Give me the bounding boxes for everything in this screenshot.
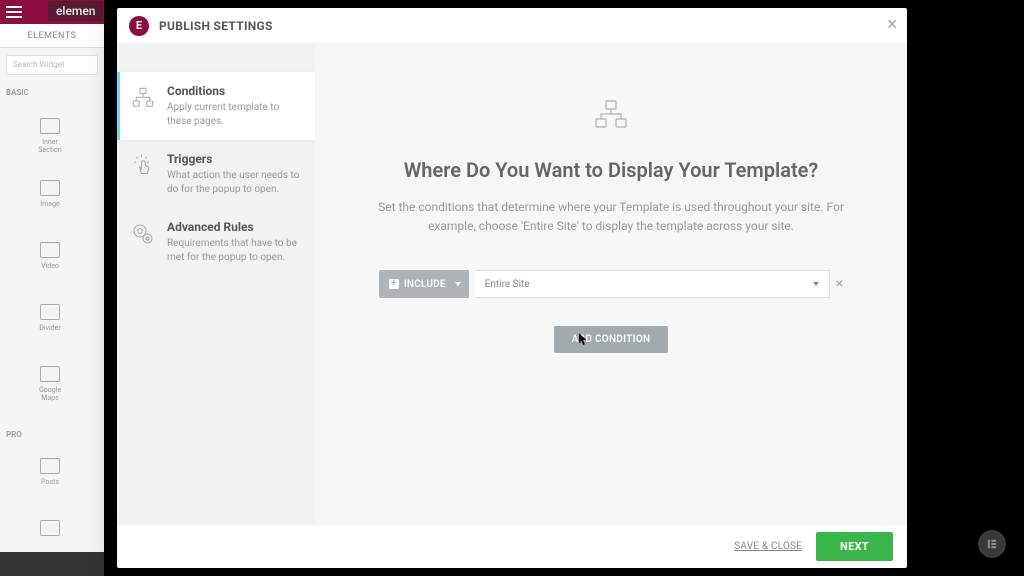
nav-conditions[interactable]: Conditions Apply current template to the… <box>117 72 315 140</box>
widget-inner-section[interactable]: Inner Section <box>30 118 70 154</box>
search-widget-input[interactable]: Search Widget <box>6 55 98 75</box>
plus-icon: + <box>389 279 399 289</box>
condition-row: + INCLUDE Entire Site × <box>337 270 885 298</box>
main-title: Where Do You Want to Display Your Templa… <box>337 158 885 182</box>
sitemap-large-icon <box>593 100 629 130</box>
nav-advanced-rules[interactable]: Advanced Rules Requirements that have to… <box>117 208 315 276</box>
condition-value: Entire Site <box>485 279 530 290</box>
condition-select[interactable]: Entire Site <box>475 270 830 298</box>
nav-item-title: Conditions <box>167 84 301 98</box>
editor-bottombar <box>0 552 104 576</box>
save-and-close-link[interactable]: SAVE & CLOSE <box>734 541 802 552</box>
nav-item-desc: What action the user needs to do for the… <box>167 169 301 196</box>
remove-condition-icon[interactable]: × <box>836 277 843 291</box>
widget-label: Divider <box>30 324 70 332</box>
nav-item-title: Advanced Rules <box>167 220 301 234</box>
widget-label: Video <box>30 262 70 270</box>
chevron-down-icon <box>455 282 461 286</box>
include-exclude-dropdown[interactable]: + INCLUDE <box>379 270 469 298</box>
gear-icon <box>131 222 155 246</box>
elementor-logo-icon: E <box>129 16 149 36</box>
brand-label: elemen <box>48 1 103 21</box>
editor-sidebar-bg <box>0 0 104 576</box>
modal-main: Where Do You Want to Display Your Templa… <box>315 44 907 524</box>
add-condition-button[interactable]: ADD CONDITION <box>554 326 669 353</box>
main-description: Set the conditions that determine where … <box>371 198 851 236</box>
close-icon[interactable]: × <box>887 16 897 34</box>
chevron-down-icon <box>813 282 819 286</box>
widget-label: Google Maps <box>30 386 70 402</box>
widget-video[interactable]: Video <box>30 242 70 270</box>
sitemap-icon <box>131 86 155 110</box>
elementor-logo-icon <box>985 537 999 551</box>
section-pro-label: PRO <box>6 430 56 439</box>
nav-item-desc: Apply current template to these pages. <box>167 101 301 128</box>
modal-body: Conditions Apply current template to the… <box>117 44 907 524</box>
widget-google-maps[interactable]: Google Maps <box>30 366 70 402</box>
widget-image[interactable]: Image <box>30 180 70 208</box>
nav-item-desc: Requirements that have to be met for the… <box>167 237 301 264</box>
elementor-fab[interactable] <box>978 530 1006 558</box>
widget-posts[interactable]: Posts <box>30 458 70 486</box>
widget-divider[interactable]: Divider <box>30 304 70 332</box>
publish-settings-modal: E PUBLISH SETTINGS × Conditions Apply cu… <box>117 8 907 568</box>
tap-icon <box>131 154 155 178</box>
widget-item[interactable] <box>30 520 70 540</box>
include-label: INCLUDE <box>404 279 446 290</box>
widget-label: Posts <box>30 478 70 486</box>
modal-sidebar: Conditions Apply current template to the… <box>117 44 315 524</box>
modal-footer: SAVE & CLOSE NEXT <box>117 524 907 568</box>
elements-panel-header: ELEMENTS <box>0 24 104 48</box>
hamburger-icon[interactable] <box>6 6 22 18</box>
nav-triggers[interactable]: Triggers What action the user needs to d… <box>117 140 315 208</box>
section-basic-label: BASIC <box>6 88 56 97</box>
widget-label: Inner Section <box>30 138 70 154</box>
nav-item-title: Triggers <box>167 152 301 166</box>
widget-label: Image <box>30 200 70 208</box>
modal-header: E PUBLISH SETTINGS × <box>117 8 907 44</box>
modal-title: PUBLISH SETTINGS <box>159 19 273 33</box>
next-button[interactable]: NEXT <box>816 532 893 561</box>
